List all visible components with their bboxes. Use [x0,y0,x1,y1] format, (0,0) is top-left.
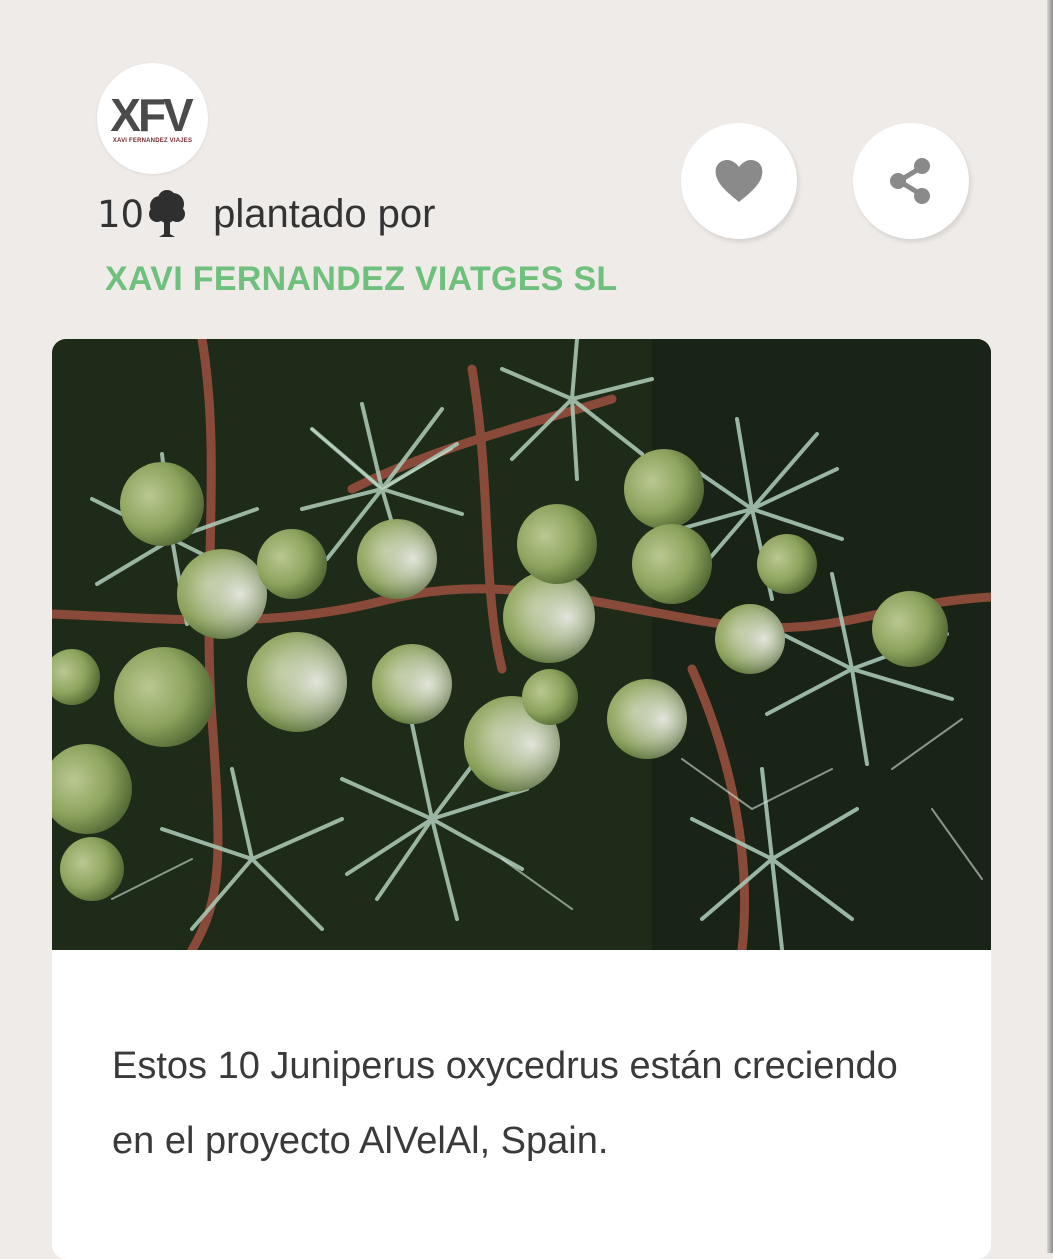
share-icon [890,158,930,204]
card-description: Estos 10 Juniperus oxycedrus están creci… [112,1045,898,1162]
planted-by-label: plantado por [213,191,436,236]
logo-subtitle: XAVI FERNANDEZ VIAJES [112,137,193,144]
share-button[interactable] [853,123,969,239]
project-card: Estos 10 Juniperus oxycedrus están creci… [52,339,991,1259]
planted-count-row: 10 plantado por [97,190,436,238]
tree-icon [149,190,186,237]
window-edge [1047,0,1053,1253]
company-logo-avatar[interactable]: XFV XAVI FERNANDEZ VIAJES [97,63,208,174]
company-name-link[interactable]: XAVI FERNANDEZ VIATGES SL [105,260,618,299]
tree-count: 10 [97,192,145,236]
juniper-photo [52,339,991,950]
heart-icon [715,160,763,202]
like-button[interactable] [681,123,797,239]
logo-mark: XFV [110,88,193,141]
